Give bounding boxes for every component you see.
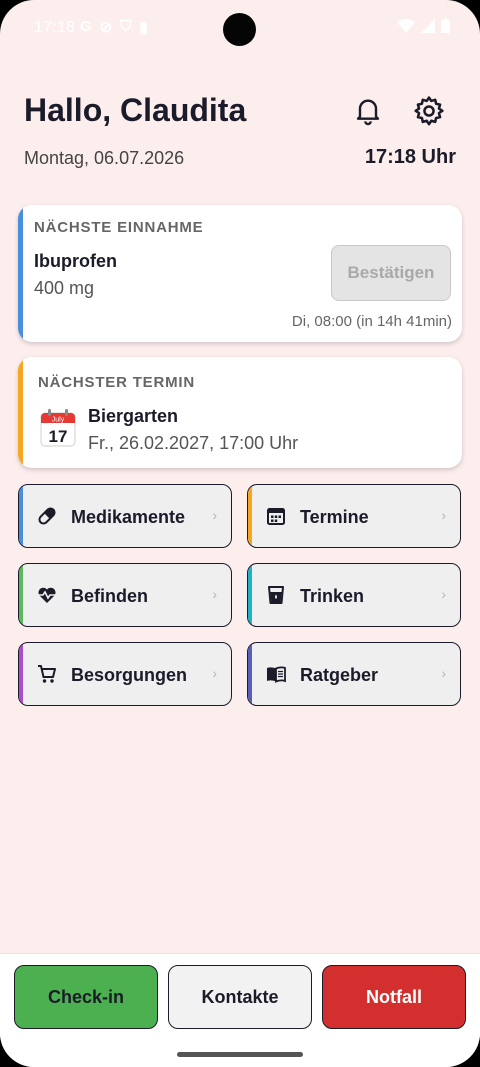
tile-label: Befinden — [71, 586, 149, 606]
shield-icon: ⛉ — [120, 18, 132, 35]
sd-card-icon: ▮ — [139, 19, 148, 36]
chevron-right-icon: › — [212, 507, 217, 523]
tile-accent — [19, 643, 23, 705]
chevron-right-icon: › — [212, 665, 217, 681]
tile-termine[interactable]: Termine › — [247, 484, 461, 548]
tile-accent — [248, 485, 252, 547]
status-system-icons — [397, 18, 450, 33]
next-appointment-card[interactable]: NÄCHSTER TERMIN July 17 Biergarten Fr., … — [18, 357, 462, 468]
next-intake-label: NÄCHSTE EINNAHME — [34, 219, 204, 236]
book-icon — [267, 666, 286, 683]
bottom-action-bar: Check-in Kontakte Notfall — [0, 953, 480, 1067]
wifi-icon — [397, 18, 415, 33]
medication-name: Ibuprofen — [34, 251, 117, 271]
home-indicator[interactable] — [177, 1052, 303, 1057]
tile-accent — [19, 564, 23, 626]
card-accent — [18, 205, 23, 342]
chevron-right-icon: › — [212, 586, 217, 602]
bell-icon[interactable] — [352, 94, 384, 126]
heartbeat-icon — [38, 587, 56, 603]
calendar-month: July — [52, 417, 65, 424]
chevron-right-icon: › — [441, 586, 446, 602]
chevron-right-icon: › — [441, 507, 446, 523]
cart-icon — [38, 665, 56, 683]
tile-accent — [248, 564, 252, 626]
appointment-datetime: Fr., 26.02.2027, 17:00 Uhr — [88, 433, 299, 453]
calendar-day: 17 — [49, 427, 68, 446]
camera-cutout — [223, 13, 256, 46]
tile-befinden[interactable]: Befinden › — [18, 563, 232, 627]
contacts-button[interactable]: Kontakte — [168, 965, 312, 1029]
google-icon: G — [80, 18, 92, 35]
calendar-icon — [267, 508, 285, 525]
tile-label: Trinken — [300, 586, 365, 606]
tile-label: Besorgungen — [71, 665, 188, 685]
app-screen: 17:18 G ⊘ ⛉ ▮ Hallo, Claudita Montag, 06… — [0, 0, 480, 1067]
cup-icon — [268, 586, 284, 604]
card-accent — [18, 357, 23, 468]
next-intake-card[interactable]: NÄCHSTE EINNAHME Ibuprofen 400 mg Bestät… — [18, 205, 462, 342]
battery-icon — [441, 18, 450, 33]
status-bar: 17:18 G ⊘ ⛉ ▮ — [0, 0, 480, 60]
pill-icon — [38, 507, 56, 525]
do-not-disturb-icon: ⊘ — [99, 19, 113, 36]
tile-besorgungen[interactable]: Besorgungen › — [18, 642, 232, 706]
tile-label: Medikamente — [71, 507, 186, 527]
medication-dose: 400 mg — [34, 278, 95, 298]
calendar-icon: July 17 — [40, 409, 76, 447]
status-notification-icons: G ⊘ ⛉ ▮ — [80, 18, 148, 36]
greeting-title: Hallo, Claudita — [24, 92, 247, 128]
appointment-title: Biergarten — [88, 406, 179, 426]
signal-icon — [421, 18, 435, 33]
tile-label: Ratgeber — [300, 665, 379, 685]
tile-accent — [248, 643, 252, 705]
next-appointment-label: NÄCHSTER TERMIN — [38, 374, 195, 391]
tile-accent — [19, 485, 23, 547]
checkin-button[interactable]: Check-in — [14, 965, 158, 1029]
current-date: Montag, 06.07.2026 — [24, 148, 185, 168]
chevron-right-icon: › — [441, 665, 446, 681]
status-time: 17:18 — [34, 19, 76, 36]
emergency-button[interactable]: Notfall — [322, 965, 466, 1029]
gear-icon[interactable] — [412, 94, 446, 128]
tile-ratgeber[interactable]: Ratgeber › — [247, 642, 461, 706]
intake-schedule: Di, 08:00 (in 14h 41min) — [291, 313, 452, 330]
confirm-intake-button[interactable]: Bestätigen — [331, 245, 451, 301]
tile-medikamente[interactable]: Medikamente › — [18, 484, 232, 548]
tile-trinken[interactable]: Trinken › — [247, 563, 461, 627]
tile-label: Termine — [300, 507, 369, 527]
current-time: 17:18 Uhr — [364, 146, 456, 168]
